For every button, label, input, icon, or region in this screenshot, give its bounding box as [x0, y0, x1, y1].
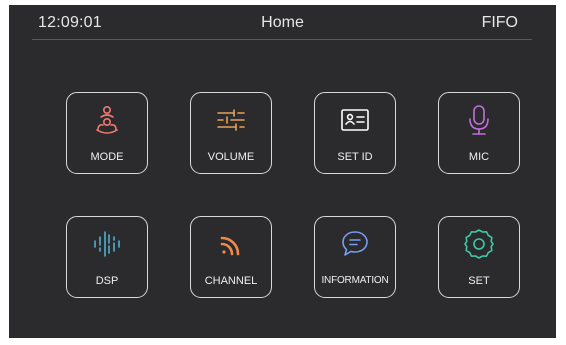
volume-button[interactable]: VOLUME: [190, 92, 272, 174]
tile-label: SET ID: [337, 151, 373, 163]
chat-bubble-icon: [338, 227, 372, 261]
tile-label: INFORMATION: [321, 275, 389, 286]
dsp-button[interactable]: DSP: [66, 216, 148, 298]
tile-label: MODE: [90, 151, 124, 163]
status-bar: 12:09:01 Home FIFO: [9, 5, 556, 40]
page-title: Home: [261, 14, 304, 31]
sliders-icon: [214, 103, 248, 137]
gear-icon: [462, 227, 496, 261]
id-card-icon: [338, 103, 372, 137]
sound-wave-icon: [90, 227, 124, 261]
tile-label: VOLUME: [207, 151, 255, 163]
device-screen: 12:09:01 Home FIFO MODE VOLUME SET ID MI…: [9, 5, 556, 338]
tile-label: MIC: [468, 151, 490, 163]
header-divider: [32, 39, 532, 40]
mode-button[interactable]: MODE: [66, 92, 148, 174]
microphone-icon: [462, 103, 496, 137]
set-id-button[interactable]: SET ID: [314, 92, 396, 174]
mic-button[interactable]: MIC: [438, 92, 520, 174]
information-button[interactable]: INFORMATION: [314, 216, 396, 298]
tile-label: DSP: [95, 275, 119, 287]
people-icon: [90, 103, 124, 137]
tile-label: CHANNEL: [204, 275, 258, 287]
set-button[interactable]: SET: [438, 216, 520, 298]
tile-label: SET: [468, 275, 490, 287]
mode-indicator: FIFO: [481, 14, 518, 31]
signal-icon: [214, 227, 248, 261]
channel-button[interactable]: CHANNEL: [190, 216, 272, 298]
